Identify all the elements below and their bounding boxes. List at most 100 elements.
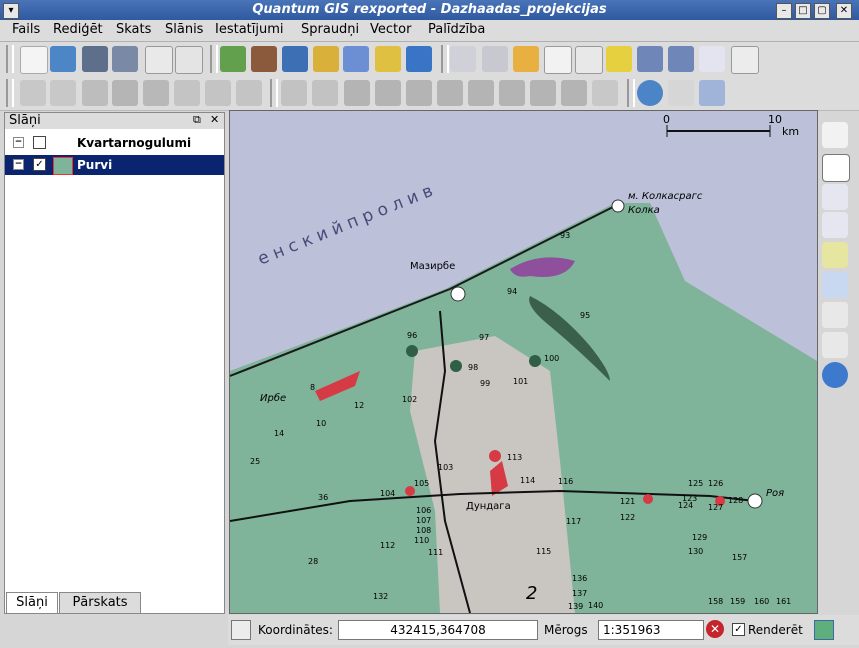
close-button[interactable]: ✕: [836, 3, 852, 19]
layer-row-kvartarnogulumi[interactable]: − Kvartarnogulumi: [5, 133, 224, 153]
paste-features-icon[interactable]: [236, 80, 262, 106]
save-as-icon[interactable]: [112, 46, 138, 72]
menu-edit[interactable]: Rediģēt: [53, 22, 103, 37]
new-project-icon[interactable]: [20, 46, 48, 74]
toolbar-grip[interactable]: [210, 45, 218, 73]
map-number: 100: [544, 354, 560, 363]
new-vector-layer-icon[interactable]: [375, 46, 401, 72]
rotate-label-icon[interactable]: [592, 80, 618, 106]
close-panel-icon[interactable]: ✕: [210, 113, 219, 126]
show-bookmarks-icon[interactable]: [668, 46, 694, 72]
node-tool-icon[interactable]: [112, 80, 138, 106]
deselect-features-icon[interactable]: [513, 46, 539, 72]
menu-view[interactable]: Skats: [116, 22, 151, 37]
add-spatialite-layer-icon[interactable]: [313, 46, 339, 72]
toolbar-grip[interactable]: [270, 79, 278, 107]
identify-features-icon[interactable]: [450, 46, 476, 72]
pan-tool-icon[interactable]: [822, 122, 848, 148]
layers-panel-header: Slāņi ⧉ ✕: [5, 113, 224, 129]
georeferencer-icon[interactable]: [699, 80, 725, 106]
coordinates-field[interactable]: 432415,364708: [338, 620, 538, 640]
cut-features-icon[interactable]: [174, 80, 200, 106]
toolbar-grip[interactable]: [6, 45, 14, 73]
add-part-icon[interactable]: [406, 80, 432, 106]
split-features-icon[interactable]: [530, 80, 556, 106]
scale-field[interactable]: 1:351963: [598, 620, 704, 640]
remove-layer-icon[interactable]: [406, 46, 432, 72]
zoom-next-icon[interactable]: [822, 332, 848, 358]
zoom-last-icon[interactable]: [822, 302, 848, 328]
zoom-in-icon[interactable]: [822, 154, 850, 182]
map-number: 112: [380, 541, 396, 550]
add-vector-layer-icon[interactable]: [220, 46, 246, 72]
scalebar-unit-label: km: [782, 125, 800, 138]
print-composer-icon[interactable]: [145, 46, 173, 74]
expand-icon[interactable]: −: [13, 137, 24, 148]
map-number: 93: [560, 231, 571, 240]
menu-help[interactable]: Palīdzība: [428, 22, 485, 37]
menu-file[interactable]: Fails: [12, 22, 40, 37]
delete-ring-icon[interactable]: [437, 80, 463, 106]
map-number: 121: [620, 497, 636, 506]
layer-checkbox[interactable]: [33, 136, 46, 149]
delete-part-icon[interactable]: [468, 80, 494, 106]
redo-icon[interactable]: [312, 80, 338, 106]
add-postgis-layer-icon[interactable]: [282, 46, 308, 72]
maximize-button[interactable]: □: [795, 3, 811, 19]
toolbar-grip[interactable]: [441, 45, 449, 73]
zoom-to-selection-icon[interactable]: [822, 242, 848, 268]
render-checkbox[interactable]: ✓: [732, 623, 745, 636]
refresh-icon[interactable]: [822, 362, 848, 388]
move-feature-icon[interactable]: [82, 80, 108, 106]
toggle-editing-icon[interactable]: [20, 80, 46, 106]
minimize-button[interactable]: –: [776, 3, 792, 19]
new-bookmark-icon[interactable]: [637, 46, 663, 72]
delete-selected-icon[interactable]: [143, 80, 169, 106]
expand-icon[interactable]: −: [13, 159, 24, 170]
toolbar-grip[interactable]: [6, 79, 14, 107]
toolbar-grip[interactable]: [627, 79, 635, 107]
reshape-features-icon[interactable]: [499, 80, 525, 106]
map-label-dundaga: Дундага: [466, 501, 511, 512]
save-project-icon[interactable]: [82, 46, 108, 72]
scalebar-plugin-icon[interactable]: [668, 80, 694, 106]
stop-render-icon[interactable]: ✕: [706, 620, 724, 638]
layer-checkbox[interactable]: ✓: [33, 158, 46, 171]
map-number: 14: [274, 429, 285, 438]
measure-line-icon[interactable]: [575, 46, 603, 74]
projection-status-icon[interactable]: [814, 620, 834, 640]
menu-settings[interactable]: Iestatījumi: [215, 22, 284, 37]
scanned-map: [230, 111, 817, 613]
map-tips-icon[interactable]: [606, 46, 632, 72]
open-project-icon[interactable]: [50, 46, 76, 72]
simplify-feature-icon[interactable]: [344, 80, 370, 106]
save-edits-icon[interactable]: [50, 80, 76, 106]
select-features-icon[interactable]: [482, 46, 508, 72]
zoom-full-icon[interactable]: [822, 212, 848, 238]
open-table-icon[interactable]: [544, 46, 572, 74]
undo-icon[interactable]: [281, 80, 307, 106]
menu-layer[interactable]: Slānis: [165, 22, 203, 37]
menu-vector[interactable]: Vector: [370, 22, 411, 37]
float-panel-icon[interactable]: ⧉: [193, 113, 201, 127]
print-icon[interactable]: [175, 46, 203, 74]
map-number: 122: [620, 513, 636, 522]
tab-layers[interactable]: Slāņi: [6, 592, 58, 613]
shade-button[interactable]: ▢: [814, 3, 830, 19]
zoom-out-icon[interactable]: [822, 184, 848, 210]
add-raster-layer-icon[interactable]: [251, 46, 277, 72]
coordinate-capture-icon[interactable]: [231, 620, 251, 640]
annotation-icon[interactable]: [699, 46, 725, 72]
map-number: 101: [513, 377, 529, 386]
tab-overview[interactable]: Pārskats: [59, 592, 141, 614]
text-annotation-icon[interactable]: [731, 46, 759, 74]
layer-row-purvi[interactable]: − ✓ Purvi: [5, 155, 224, 175]
add-ring-icon[interactable]: [375, 80, 401, 106]
gps-globe-icon[interactable]: [637, 80, 663, 106]
copy-features-icon[interactable]: [205, 80, 231, 106]
menu-plugins[interactable]: Spraudņi: [301, 22, 359, 37]
add-wms-layer-icon[interactable]: [343, 46, 369, 72]
map-canvas[interactable]: 0 10 km е н с к и й п р о л и в м. Колка…: [229, 110, 818, 614]
merge-features-icon[interactable]: [561, 80, 587, 106]
zoom-to-layer-icon[interactable]: [822, 272, 848, 298]
